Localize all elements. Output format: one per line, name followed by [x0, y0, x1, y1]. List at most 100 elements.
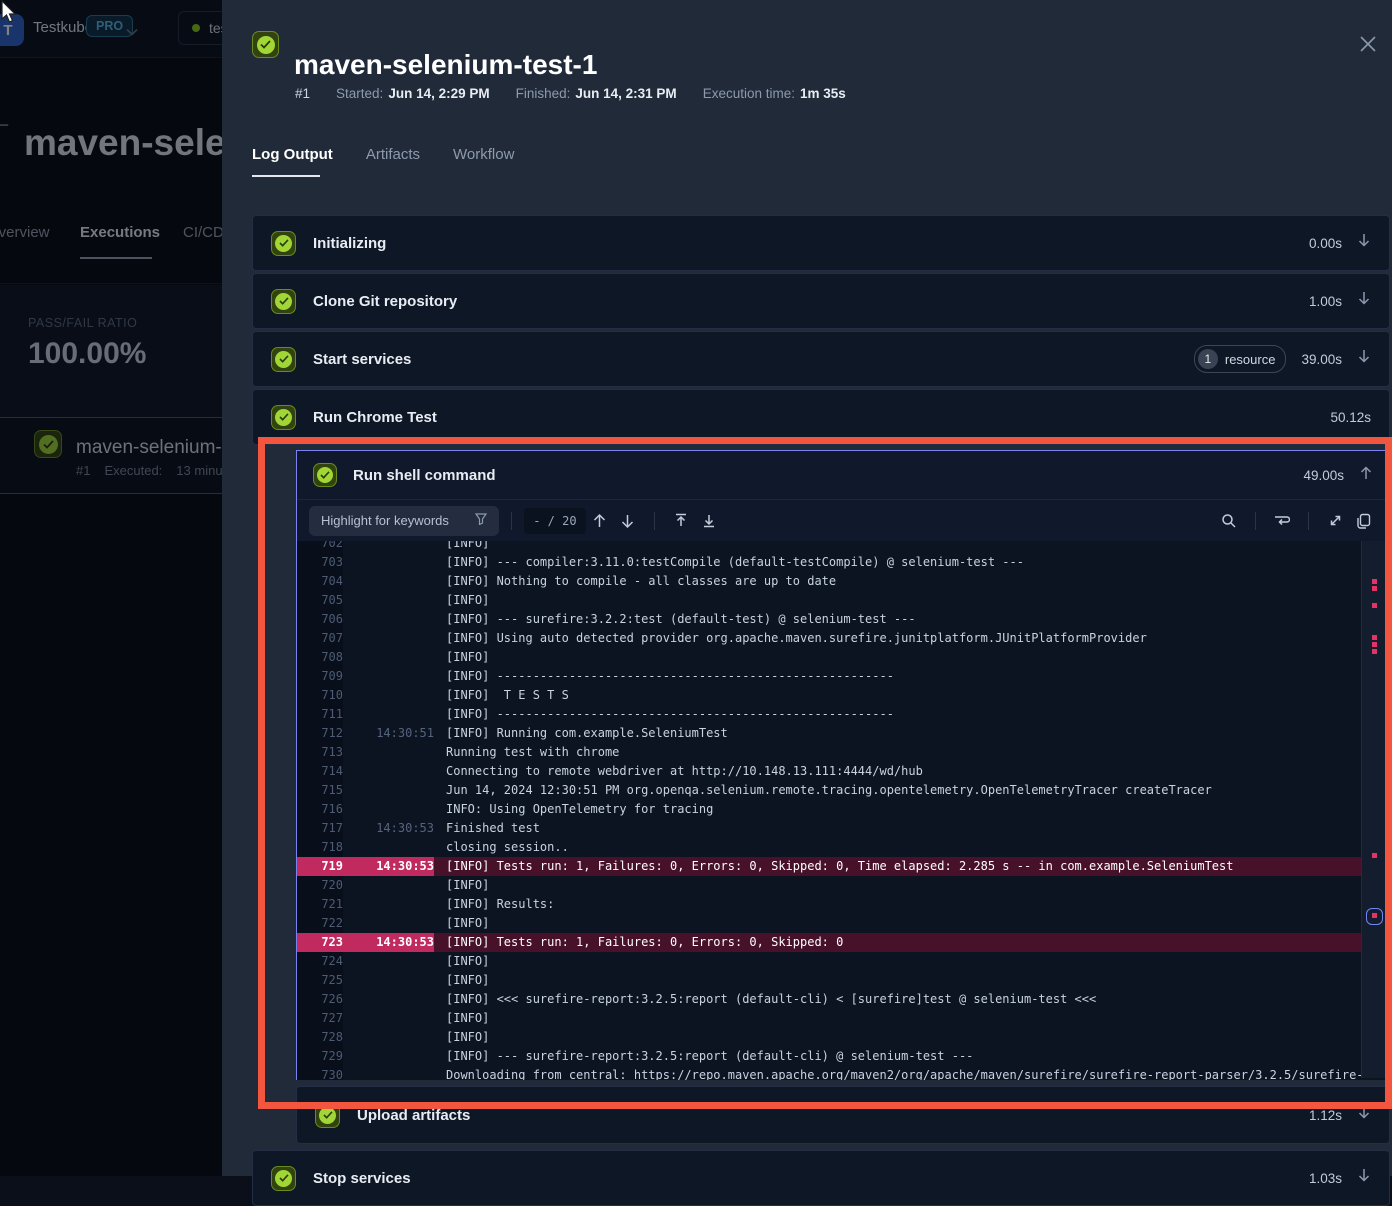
substep-duration: 49.00s	[1303, 468, 1344, 483]
previous-match-icon[interactable]	[586, 507, 614, 535]
log-line-timestamp	[343, 838, 434, 857]
log-line-number: 713	[297, 743, 343, 762]
log-line-number: 711	[297, 705, 343, 724]
log-line: 710[INFO] T E S T S	[297, 686, 1389, 705]
log-line: 729 [INFO] --- surefire-report:3.2.5:repo…	[297, 1047, 1389, 1066]
log-line-timestamp	[343, 1009, 434, 1028]
log-line-message: [INFO]	[434, 1028, 1389, 1047]
log-line-timestamp	[343, 800, 434, 819]
log-line-number: 706	[297, 610, 343, 629]
log-line-message: [INFO] Nothing to compile - all classes …	[434, 572, 1389, 591]
execution-meta-row: #1 Started:Jun 14, 2:29 PM Finished:Jun …	[295, 86, 846, 101]
log-line-number: 719	[297, 857, 343, 876]
log-line-number: 718	[297, 838, 343, 857]
tab-artifacts[interactable]: Artifacts	[366, 146, 420, 163]
step-clone-git[interactable]: Clone Git repository 1.00s	[252, 273, 1390, 329]
finished-label: Finished:	[516, 86, 571, 101]
log-line-timestamp	[343, 990, 434, 1009]
tab-log-output[interactable]: Log Output	[252, 146, 333, 163]
log-line: 718 closing session..	[297, 838, 1389, 857]
run-shell-command-header[interactable]: Run shell command 49.00s	[297, 451, 1389, 500]
log-line-number: 729	[297, 1047, 343, 1066]
success-check-icon	[271, 1166, 296, 1191]
execution-details-drawer: maven-selenium-test-1 #1 Started:Jun 14,…	[222, 0, 1392, 1176]
jump-top-icon[interactable]	[667, 507, 695, 535]
fullscreen-icon[interactable]	[1321, 507, 1349, 535]
log-line-timestamp	[343, 572, 434, 591]
expand-down-icon[interactable]	[1357, 291, 1371, 311]
started-label: Started:	[336, 86, 383, 101]
resource-label: resource	[1225, 352, 1276, 367]
log-line-timestamp: 14:30:51	[343, 724, 434, 743]
log-minimap-scrollbar[interactable]	[1361, 541, 1388, 1078]
log-line-timestamp	[343, 1028, 434, 1047]
log-line-timestamp	[343, 781, 434, 800]
minimap-match-marker	[1372, 635, 1377, 640]
log-line: 720[INFO]	[297, 876, 1389, 895]
resource-badge: 1 resource	[1194, 345, 1287, 373]
log-line: 703[INFO] --- compiler:3.11.0:testCompil…	[297, 553, 1389, 572]
step-label: Stop services	[313, 1170, 1309, 1187]
log-line: 706 [INFO] --- surefire:3.2.2:test (defau…	[297, 610, 1389, 629]
log-line: 71214:30:51[INFO] Running com.example.Se…	[297, 724, 1389, 743]
step-start-services[interactable]: Start services 1 resource 39.00s	[252, 331, 1390, 387]
divider	[511, 512, 512, 530]
log-line-timestamp	[343, 629, 434, 648]
search-icon[interactable]	[1215, 507, 1243, 535]
collapse-up-icon[interactable]	[1359, 465, 1373, 485]
wrap-text-icon[interactable]	[1268, 507, 1296, 535]
expand-down-icon[interactable]	[1357, 1168, 1371, 1188]
expand-down-icon[interactable]	[1357, 1105, 1371, 1125]
log-line-message: [INFO] --- surefire-report:3.2.5:report …	[434, 1047, 1389, 1066]
log-line-number: 728	[297, 1028, 343, 1047]
expand-down-icon[interactable]	[1357, 233, 1371, 253]
step-run-chrome-test[interactable]: Run Chrome Test 50.12s	[252, 389, 1390, 445]
log-line-message: [INFO]	[434, 648, 1389, 667]
log-line-message: [INFO] --- surefire:3.2.2:test (default-…	[434, 610, 1389, 629]
log-line-message: [INFO]	[434, 591, 1389, 610]
keyword-highlight-input[interactable]: Highlight for keywords	[309, 506, 499, 536]
log-line-message: INFO: Using OpenTelemetry for tracing	[434, 800, 1389, 819]
step-duration: 50.12s	[1330, 410, 1371, 425]
minimap-match-marker	[1372, 579, 1377, 584]
log-line-message: [INFO] Results:	[434, 895, 1389, 914]
log-line: 725[INFO]	[297, 971, 1389, 990]
execution-time-value: 1m 35s	[800, 86, 846, 101]
log-line-message: closing session..	[434, 838, 1389, 857]
step-upload-artifacts[interactable]: Upload artifacts 1.12s	[296, 1086, 1390, 1144]
copy-icon[interactable]	[1349, 507, 1377, 535]
minimap-match-marker	[1372, 649, 1377, 654]
minimap-match-marker	[1372, 642, 1377, 647]
log-line-timestamp	[343, 876, 434, 895]
next-match-icon[interactable]	[614, 507, 642, 535]
match-counter: - / 20	[524, 508, 586, 534]
log-line-number: 720	[297, 876, 343, 895]
log-line-number: 704	[297, 572, 343, 591]
log-line-number: 707	[297, 629, 343, 648]
run-shell-command-panel: Run shell command 49.00s Highlight for k…	[296, 450, 1390, 1080]
keyword-placeholder: Highlight for keywords	[321, 513, 449, 528]
log-line-message: Connecting to remote webdriver at http:/…	[434, 762, 1389, 781]
log-line: 72314:30:53[INFO] Tests run: 1, Failures…	[297, 933, 1389, 952]
log-line-timestamp: 14:30:53	[343, 857, 434, 876]
log-line-number: 703	[297, 553, 343, 572]
jump-bottom-icon[interactable]	[695, 507, 723, 535]
log-viewer[interactable]: 702[INFO] 703[INFO] --- compiler:3.11.0:…	[297, 541, 1389, 1080]
log-line-timestamp	[343, 971, 434, 990]
success-check-icon	[271, 405, 296, 430]
step-duration: 1.03s	[1309, 1171, 1342, 1186]
expand-down-icon[interactable]	[1357, 349, 1371, 369]
success-check-icon	[315, 1103, 340, 1128]
log-line-message: [INFO]	[434, 541, 1389, 553]
step-label: Initializing	[313, 235, 1309, 252]
step-initializing[interactable]: Initializing 0.00s	[252, 215, 1390, 271]
minimap-match-marker	[1372, 586, 1377, 591]
success-check-icon	[313, 463, 337, 487]
log-line: 711[INFO] ------------------------------…	[297, 705, 1389, 724]
step-stop-services[interactable]: Stop services 1.03s	[252, 1150, 1390, 1206]
log-line-timestamp	[343, 705, 434, 724]
tab-workflow[interactable]: Workflow	[453, 146, 514, 163]
log-line-message: Jun 14, 2024 12:30:51 PM org.openqa.sele…	[434, 781, 1389, 800]
log-line: 707[INFO] Using auto detected provider o…	[297, 629, 1389, 648]
close-icon[interactable]	[1358, 34, 1378, 54]
